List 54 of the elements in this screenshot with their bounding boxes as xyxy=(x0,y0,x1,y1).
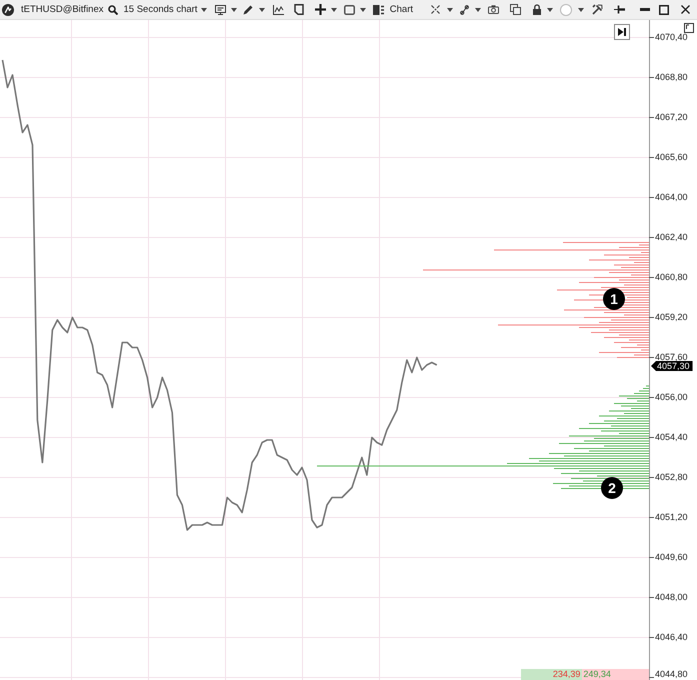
axis-label: 4059,20 xyxy=(655,313,688,322)
caret-icon[interactable] xyxy=(475,8,481,12)
skip-end-icon xyxy=(618,28,626,36)
callout-badge: 1 xyxy=(603,288,625,310)
chart-title: Chart xyxy=(390,4,413,16)
caret-icon[interactable] xyxy=(231,8,238,12)
columns-icon[interactable] xyxy=(373,4,384,14)
axis-label: 4051,20 xyxy=(655,513,688,522)
axis-label: 4056,00 xyxy=(655,393,688,402)
callout-badge: 2 xyxy=(601,477,623,499)
camera-icon[interactable] xyxy=(488,5,499,14)
plus-icon[interactable] xyxy=(315,4,326,15)
axis-label: 4068,80 xyxy=(655,73,688,82)
caret-icon xyxy=(201,8,208,12)
caret-icon[interactable] xyxy=(331,8,338,12)
maximize-icon[interactable] xyxy=(659,4,669,14)
link-icon[interactable] xyxy=(460,4,469,14)
axis-label: 4044,80 xyxy=(655,670,688,679)
bid-volume-total: 234,39 xyxy=(521,669,582,680)
logo-icon xyxy=(2,4,14,16)
copy-icon[interactable] xyxy=(510,4,521,15)
caret-icon[interactable] xyxy=(360,8,366,12)
rectangle-icon[interactable] xyxy=(344,4,356,14)
monitor-icon[interactable] xyxy=(215,4,226,14)
page-icon[interactable] xyxy=(294,4,304,15)
axis-label: 4046,40 xyxy=(655,633,688,642)
search-icon[interactable] xyxy=(108,4,118,14)
lock-icon[interactable] xyxy=(533,4,541,15)
crosshair-icon[interactable] xyxy=(431,5,440,14)
pin-icon[interactable] xyxy=(614,5,625,14)
last-price-tag: 4057,30 xyxy=(651,361,693,371)
axis-label: 4052,80 xyxy=(655,473,688,482)
scroll-to-end-button[interactable] xyxy=(614,24,630,40)
caret-icon[interactable] xyxy=(578,8,584,12)
caret-icon[interactable] xyxy=(447,8,453,12)
axis-label: 4060,80 xyxy=(655,273,688,282)
axis-label: 4065,60 xyxy=(655,153,688,162)
line-chart-icon[interactable] xyxy=(273,4,284,14)
pencil-icon[interactable] xyxy=(243,4,254,14)
close-icon[interactable] xyxy=(681,5,690,14)
axis-label: 4048,00 xyxy=(655,593,688,602)
axis-label: 4049,60 xyxy=(655,553,688,562)
axis-label: 4062,40 xyxy=(655,233,688,242)
tools-icon[interactable] xyxy=(592,4,603,15)
caret-icon[interactable] xyxy=(547,8,553,12)
axis-label: 4070,40 xyxy=(655,33,688,42)
symbol-label[interactable]: tETHUSD@Bitfinex xyxy=(21,4,104,16)
axis-label: 4064,00 xyxy=(655,193,688,202)
caret-icon[interactable] xyxy=(259,8,266,12)
axis-label: 4067,20 xyxy=(655,113,688,122)
axis-label: 4054,40 xyxy=(655,433,688,442)
panel-toggle-icon[interactable] xyxy=(684,23,694,33)
timeframe-dropdown[interactable]: 15 Seconds chart xyxy=(124,4,208,16)
axis-label: 4057,60 xyxy=(655,353,688,362)
